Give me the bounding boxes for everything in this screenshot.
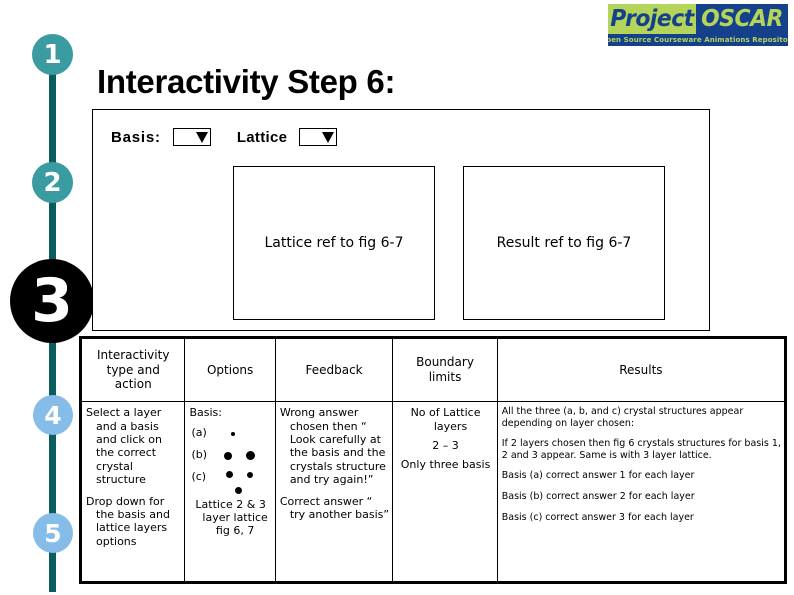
basis-dot — [231, 431, 236, 436]
column-header-results: Results — [496, 336, 787, 403]
header-line: Interactivity — [97, 348, 170, 363]
basis-dot — [226, 470, 234, 478]
option-letter-c: (c) — [191, 469, 207, 483]
timeline-step-4-number: 4 — [44, 400, 62, 430]
results-paragraph: Basis (a) correct answer 1 for each laye… — [501, 470, 695, 482]
column-header-boundary-limits: Boundary limits — [392, 336, 498, 403]
cell-boundary-limits: No of Lattice layers 2 – 3 Only three ba… — [392, 401, 498, 583]
chevron-down-icon — [195, 132, 208, 143]
table-header-row: Interactivity type and action Options Fe… — [79, 336, 787, 403]
cell-feedback: Wrong answer chosen then “ Look carefull… — [274, 401, 394, 583]
logo-wordmark: Project OSCAR — [608, 4, 788, 34]
results-paragraph: Basis (c) correct answer 3 for each laye… — [501, 511, 694, 523]
interactivity-paragraph: Select a layer and a basis and click on … — [86, 406, 162, 487]
column-header-interactivity: Interactivity type and action — [79, 336, 186, 403]
interactivity-panel: Basis: Lattice Lattice ref to fig 6-7 Re… — [92, 109, 710, 331]
result-figure-caption: Result ref to fig 6-7 — [496, 235, 632, 251]
logo-oscar-text: OSCAR — [701, 5, 783, 32]
panel-controls-row: Basis: Lattice — [111, 128, 338, 146]
page-title: Interactivity Step 6: — [97, 63, 396, 100]
timeline-step-1[interactable]: 1 — [32, 34, 73, 75]
column-header-options: Options — [184, 336, 276, 403]
option-letter-a: (a) — [191, 425, 207, 439]
feedback-paragraph: Wrong answer chosen then “ Look carefull… — [279, 406, 386, 487]
cell-results: All the three (a, b, and c) crystal stru… — [496, 401, 787, 583]
table-row: Select a layer and a basis and click on … — [79, 401, 787, 583]
basis-dot-diagram[interactable]: (a) (b) (c) — [189, 424, 271, 498]
result-figure-placeholder[interactable]: Result ref to fig 6-7 — [463, 166, 665, 320]
basis-dot — [247, 471, 254, 478]
results-paragraph: If 2 layers chosen then fig 6 crystals s… — [501, 438, 781, 461]
options-lattice-note: Lattice 2 & 3 layer lattice fig 6, 7 — [195, 497, 268, 538]
timeline-step-2[interactable]: 2 — [32, 162, 73, 203]
timeline-step-3-number: 3 — [31, 266, 73, 336]
feedback-paragraph: Correct answer “ try another basis” — [279, 494, 390, 521]
basis-dot — [246, 450, 256, 460]
logo-oscar-block: OSCAR — [696, 4, 788, 34]
options-basis-label: Basis: — [189, 406, 222, 420]
header-line: action — [114, 377, 152, 392]
results-paragraph: All the three (a, b, and c) crystal stru… — [501, 406, 744, 429]
lattice-figure-caption: Lattice ref to fig 6-7 — [264, 235, 404, 251]
timeline-step-2-number: 2 — [43, 167, 62, 198]
lattice-label: Lattice — [236, 128, 288, 146]
lattice-dropdown[interactable] — [299, 128, 338, 146]
project-oscar-logo: Project OSCAR Open Source Courseware Ani… — [608, 4, 788, 46]
cell-interactivity: Select a layer and a basis and click on … — [79, 401, 186, 583]
results-paragraph: Basis (b) correct answer 2 for each laye… — [501, 490, 695, 502]
timeline-step-1-number: 1 — [43, 39, 62, 70]
option-letter-b: (b) — [191, 447, 208, 461]
timeline-step-5-number: 5 — [44, 518, 62, 548]
header-line: type and — [106, 362, 160, 377]
boundary-line: No of Lattice layers — [410, 406, 481, 433]
interactivity-spec-table: Interactivity type and action Options Fe… — [79, 336, 787, 584]
logo-project-block: Project — [608, 4, 696, 34]
lattice-figure-placeholder[interactable]: Lattice ref to fig 6-7 — [233, 166, 435, 320]
boundary-line: Only three basis — [400, 458, 491, 472]
timeline-step-3[interactable]: 3 — [10, 259, 94, 343]
logo-tagline: Open Source Courseware Animations Reposi… — [608, 34, 788, 46]
cell-options: Basis: (a) (b) (c) Lattice 2 & 3 layer l… — [184, 401, 276, 583]
boundary-line: 2 – 3 — [432, 438, 459, 452]
interactivity-paragraph: Drop down for the basis and lattice laye… — [86, 494, 170, 548]
column-header-feedback: Feedback — [274, 336, 394, 403]
timeline-step-4[interactable]: 4 — [33, 395, 73, 435]
chevron-down-icon — [322, 132, 335, 143]
basis-dot — [224, 451, 233, 460]
basis-dropdown[interactable] — [172, 128, 211, 146]
basis-dot — [235, 486, 243, 494]
timeline-step-5[interactable]: 5 — [33, 513, 73, 553]
logo-project-text: Project — [610, 5, 694, 32]
header-line: limits — [428, 370, 462, 385]
header-line: Boundary — [416, 355, 474, 370]
basis-label: Basis: — [111, 128, 161, 146]
